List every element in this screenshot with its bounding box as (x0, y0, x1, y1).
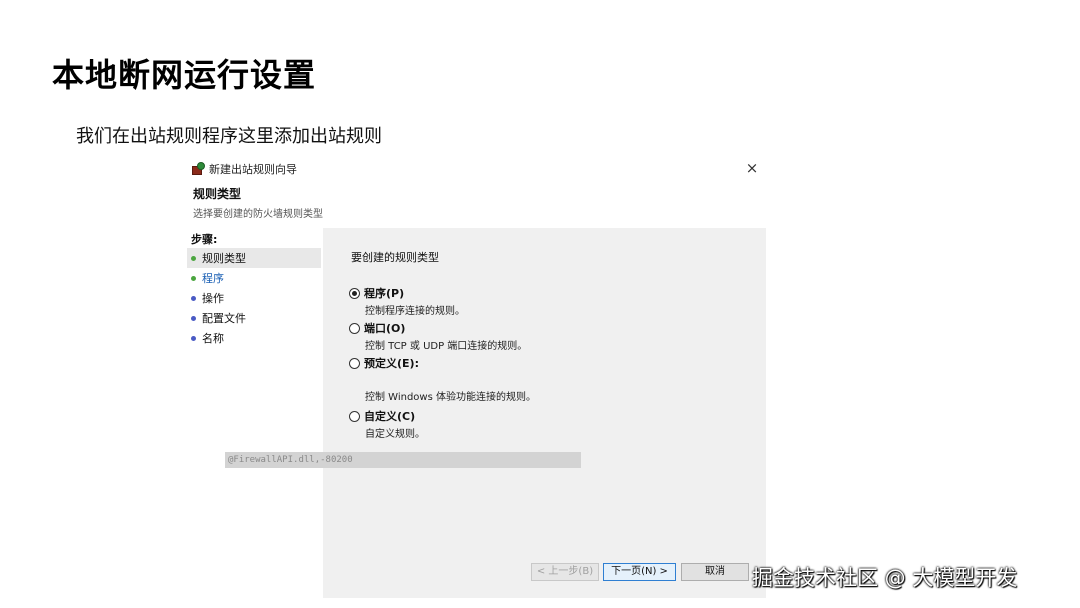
slide-title: 本地断网运行设置 (52, 56, 317, 94)
steps-list: 规则类型 程序 操作 配置文件 名称 (187, 248, 321, 348)
content-pane: 要创建的规则类型 程序(P) 控制程序连接的规则。 端口(O) 控制 TCP 或… (323, 228, 766, 598)
radio-custom[interactable] (349, 410, 360, 422)
step-profile[interactable]: 配置文件 (187, 308, 321, 328)
option-label: 自定义(C) (364, 410, 416, 423)
step-label: 规则类型 (202, 252, 246, 265)
step-label: 名称 (202, 332, 224, 345)
slide-subtitle: 我们在出站规则程序这里添加出站规则 (76, 126, 382, 147)
step-rule-type[interactable]: 规则类型 (187, 248, 321, 268)
step-dot-icon (191, 335, 196, 341)
option-port[interactable]: 端口(O) 控制 TCP 或 UDP 端口连接的规则。 (349, 320, 527, 352)
radio-port[interactable] (349, 322, 360, 334)
new-outbound-rule-wizard: 新建出站规则向导 × 规则类型 选择要创建的防火墙规则类型 步骤: 规则类型 程… (183, 155, 768, 600)
option-label: 预定义(E): (364, 357, 419, 370)
cancel-button[interactable]: 取消 (681, 563, 749, 581)
step-action[interactable]: 操作 (187, 288, 321, 308)
step-program[interactable]: 程序 (187, 268, 321, 288)
close-icon[interactable]: × (743, 159, 761, 177)
pane-title: 要创建的规则类型 (351, 251, 439, 264)
steps-label: 步骤: (191, 233, 218, 246)
predefined-description-wrap: 控制 Windows 体验功能连接的规则。 (349, 387, 536, 403)
radio-program[interactable] (349, 287, 360, 299)
back-button[interactable]: < 上一步(B) (531, 563, 599, 581)
option-program[interactable]: 程序(P) 控制程序连接的规则。 (349, 285, 465, 317)
dialog-titlebar: 新建出站规则向导 (191, 160, 297, 178)
dialog-heading: 规则类型 (193, 187, 242, 201)
option-description: 控制 Windows 体验功能连接的规则。 (365, 392, 536, 403)
option-description: 自定义规则。 (365, 429, 425, 440)
watermark: 掘金技术社区 @ 大模型开发 (752, 566, 1018, 590)
predefined-select[interactable]: @FirewallAPI.dll,-80200 (225, 452, 581, 468)
option-custom[interactable]: 自定义(C) 自定义规则。 (349, 408, 425, 440)
step-label: 程序 (202, 272, 224, 285)
step-dot-icon (191, 275, 196, 281)
option-label: 端口(O) (364, 322, 406, 335)
option-description: 控制程序连接的规则。 (365, 306, 465, 317)
step-dot-icon (191, 315, 196, 321)
option-label: 程序(P) (364, 287, 405, 300)
next-button[interactable]: 下一页(N) > (603, 563, 676, 581)
step-dot-icon (191, 295, 196, 301)
step-label: 配置文件 (202, 312, 246, 325)
dialog-title: 新建出站规则向导 (209, 163, 297, 176)
radio-predefined[interactable] (349, 357, 360, 369)
option-predefined[interactable]: 预定义(E): (349, 355, 419, 371)
step-dot-icon (191, 255, 196, 261)
step-label: 操作 (202, 292, 224, 305)
step-name[interactable]: 名称 (187, 328, 321, 348)
dialog-description: 选择要创建的防火墙规则类型 (193, 209, 323, 220)
firewall-icon (191, 162, 205, 176)
option-description: 控制 TCP 或 UDP 端口连接的规则。 (365, 341, 528, 352)
